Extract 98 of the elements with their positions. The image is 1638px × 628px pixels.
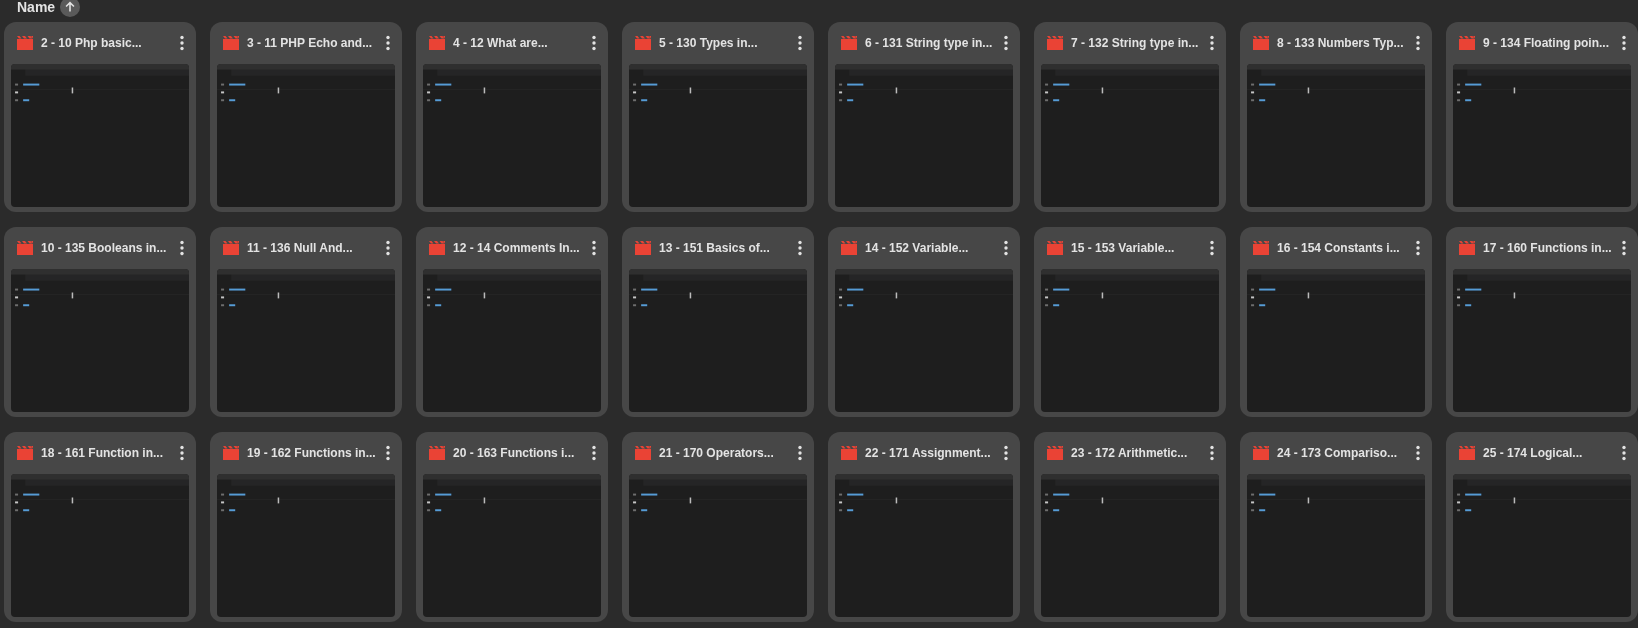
file-card[interactable]: 18 - 161 Function in... [4,432,196,622]
clapperboard-icon [841,241,857,255]
file-card[interactable]: 20 - 163 Functions i... [416,432,608,622]
clapperboard-icon [1459,36,1475,50]
more-icon [386,35,390,51]
file-card[interactable]: 16 - 154 Constants i... [1240,227,1432,417]
more-icon [798,240,802,256]
file-card[interactable]: 19 - 162 Functions in... [210,432,402,622]
file-card[interactable]: 5 - 130 Types in... [622,22,814,212]
more-icon [1416,240,1420,256]
clapperboard-icon [17,241,33,255]
file-title: 24 - 173 Compariso... [1277,445,1399,462]
sort-direction-button[interactable] [60,0,81,17]
file-title: 25 - 174 Logical... [1483,445,1584,462]
more-icon [1210,445,1214,461]
file-title: 8 - 133 Numbers Typ... [1277,35,1405,52]
more-icon [180,445,184,461]
file-card[interactable]: 6 - 131 String type in... [828,22,1020,212]
file-card[interactable]: 23 - 172 Arithmetic... [1034,432,1226,622]
clapperboard-icon [1047,241,1063,255]
file-title: 22 - 171 Assignment... [865,445,992,462]
more-icon [1622,445,1626,461]
file-card[interactable]: 8 - 133 Numbers Typ... [1240,22,1432,212]
file-card[interactable]: 2 - 10 Php basic... [4,22,196,212]
more-icon [180,35,184,51]
more-icon [1004,445,1008,461]
file-title: 9 - 134 Floating poin... [1483,35,1610,52]
more-icon [592,240,596,256]
file-title: 20 - 163 Functions i... [453,445,576,462]
more-icon [386,240,390,256]
sort-column-label[interactable]: Name [17,0,56,18]
clapperboard-icon [635,446,651,460]
clapperboard-icon [223,446,239,460]
clapperboard-icon [429,241,445,255]
file-card[interactable]: 25 - 174 Logical... [1446,432,1638,622]
clapperboard-icon [17,36,33,50]
more-icon [386,445,390,461]
file-title: 7 - 132 String type in... [1071,35,1200,52]
more-icon [798,35,802,51]
file-card[interactable]: 10 - 135 Booleans in... [4,227,196,417]
file-title: 13 - 151 Basics of... [659,240,771,257]
clapperboard-icon [17,446,33,460]
file-title: 14 - 152 Variable... [865,240,970,257]
file-title: 3 - 11 PHP Echo and... [247,35,374,52]
file-title: 18 - 161 Function in... [41,445,165,462]
more-icon [1210,35,1214,51]
file-title: 23 - 172 Arithmetic... [1071,445,1189,462]
file-card[interactable]: 21 - 170 Operators... [622,432,814,622]
file-title: 11 - 136 Null And... [247,240,354,257]
more-icon [592,35,596,51]
file-title: 10 - 135 Booleans in... [41,240,168,257]
file-card[interactable]: 22 - 171 Assignment... [828,432,1020,622]
file-title: 6 - 131 String type in... [865,35,994,52]
file-card[interactable]: 11 - 136 Null And... [210,227,402,417]
file-card[interactable]: 24 - 173 Compariso... [1240,432,1432,622]
clapperboard-icon [635,36,651,50]
file-title: 12 - 14 Comments In... [453,240,581,257]
clapperboard-icon [841,36,857,50]
file-card[interactable]: 17 - 160 Functions in... [1446,227,1638,417]
clapperboard-icon [1253,241,1269,255]
file-card[interactable]: 3 - 11 PHP Echo and... [210,22,402,212]
clapperboard-icon [223,241,239,255]
file-card[interactable]: 4 - 12 What are... [416,22,608,212]
clapperboard-icon [1253,36,1269,50]
file-card[interactable]: 9 - 134 Floating poin... [1446,22,1638,212]
more-icon [1004,35,1008,51]
file-title: 19 - 162 Functions in... [247,445,377,462]
clapperboard-icon [223,36,239,50]
more-icon [1416,445,1420,461]
clapperboard-icon [429,36,445,50]
clapperboard-icon [1047,446,1063,460]
clapperboard-icon [635,241,651,255]
file-title: 17 - 160 Functions in... [1483,240,1613,257]
file-card[interactable]: 13 - 151 Basics of... [622,227,814,417]
file-card[interactable]: 14 - 152 Variable... [828,227,1020,417]
file-title: 4 - 12 What are... [453,35,549,52]
file-title: 21 - 170 Operators... [659,445,775,462]
more-icon [180,240,184,256]
file-title: 16 - 154 Constants i... [1277,240,1401,257]
clapperboard-icon [1459,446,1475,460]
more-icon [592,445,596,461]
file-title: 15 - 153 Variable... [1071,240,1176,257]
more-icon [1622,240,1626,256]
clapperboard-icon [1047,36,1063,50]
more-icon [798,445,802,461]
clapperboard-icon [429,446,445,460]
clapperboard-icon [1459,241,1475,255]
file-title: 5 - 130 Types in... [659,35,759,52]
more-icon [1416,35,1420,51]
file-card[interactable]: 12 - 14 Comments In... [416,227,608,417]
more-icon [1622,35,1626,51]
file-card[interactable]: 15 - 153 Variable... [1034,227,1226,417]
clapperboard-icon [841,446,857,460]
file-card[interactable]: 7 - 132 String type in... [1034,22,1226,212]
file-title: 2 - 10 Php basic... [41,35,143,52]
clapperboard-icon [1253,446,1269,460]
more-icon [1210,240,1214,256]
more-icon [1004,240,1008,256]
